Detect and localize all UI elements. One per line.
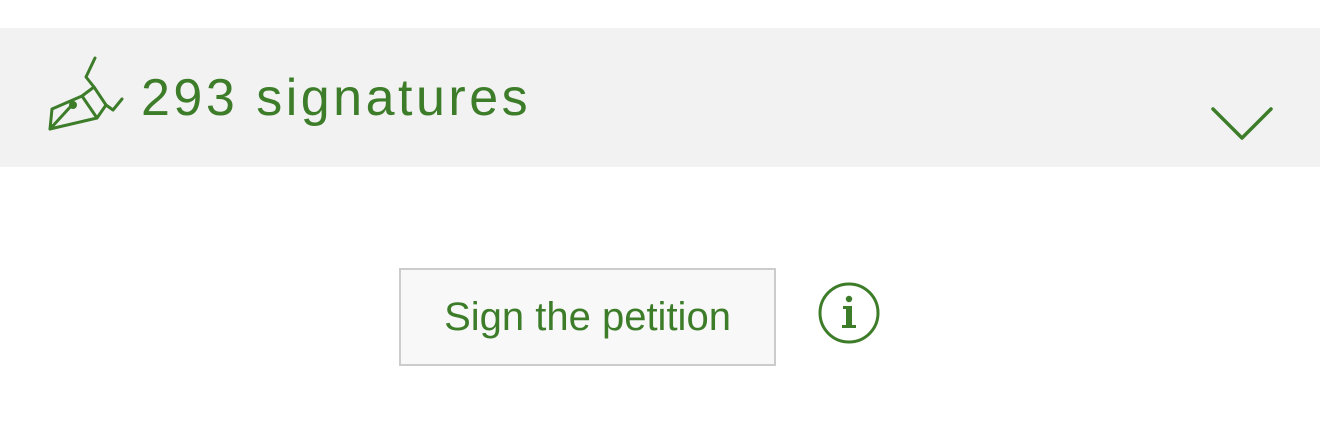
sign-petition-button[interactable]: Sign the petition bbox=[399, 268, 776, 366]
signature-count: 293 signatures bbox=[141, 69, 532, 127]
fountain-pen-icon bbox=[48, 56, 124, 131]
signatures-toggle[interactable]: 293 signatures bbox=[0, 28, 1320, 167]
chevron-down-icon[interactable] bbox=[1208, 100, 1276, 148]
info-icon[interactable] bbox=[818, 282, 880, 344]
